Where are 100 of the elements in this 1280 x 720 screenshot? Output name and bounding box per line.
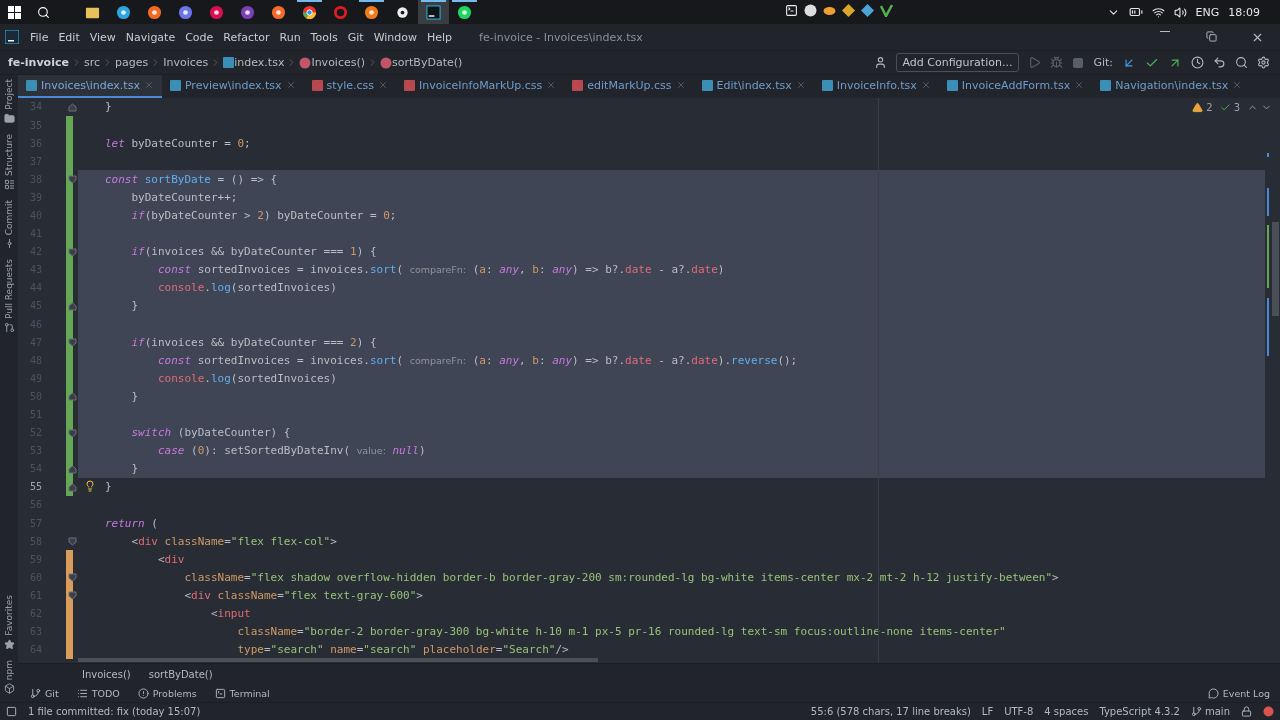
fold-icon[interactable] xyxy=(68,392,77,402)
volume-icon[interactable] xyxy=(1173,5,1187,19)
fold-icon[interactable] xyxy=(68,338,77,348)
close-icon[interactable] xyxy=(285,80,296,91)
warning-count[interactable]: 2 xyxy=(1206,101,1213,113)
close-icon[interactable] xyxy=(675,80,686,91)
breadcrumb-item[interactable]: Invoices() xyxy=(311,56,366,69)
fold-icon[interactable] xyxy=(68,573,77,583)
menu-item[interactable]: Window xyxy=(368,30,422,44)
file-icon xyxy=(169,79,181,91)
close-icon[interactable] xyxy=(1232,80,1243,91)
tool-window-button[interactable]: Git xyxy=(30,687,59,699)
status-message[interactable]: 1 file committed: fix (today 15:07) xyxy=(28,706,201,717)
tool-window-tab[interactable]: Commit xyxy=(3,199,15,250)
diamond-icon[interactable] xyxy=(842,4,855,17)
error-stripe-mark[interactable] xyxy=(1267,152,1269,157)
lock-icon[interactable] xyxy=(1241,706,1252,717)
breadcrumb-item[interactable]: src xyxy=(83,56,100,69)
change-marker[interactable] xyxy=(66,550,73,569)
stop-icon[interactable] xyxy=(1072,56,1085,69)
error-indicator-icon[interactable] xyxy=(1263,706,1274,717)
breadcrumb-item[interactable]: pages xyxy=(114,56,149,69)
code-breadcrumb-item[interactable]: Invoices() xyxy=(82,668,131,680)
breadcrumb-item[interactable]: index.tsx xyxy=(234,56,285,69)
menu-item[interactable]: Code xyxy=(180,30,219,44)
fold-icon[interactable] xyxy=(68,591,77,601)
event-log-button[interactable]: Event Log xyxy=(1207,687,1270,699)
breadcrumb-item[interactable]: Invoices xyxy=(163,56,209,69)
fold-icon[interactable] xyxy=(68,464,77,474)
user-icon[interactable] xyxy=(873,56,887,69)
history-icon[interactable] xyxy=(1191,56,1204,69)
check-count[interactable]: 3 xyxy=(1233,101,1240,113)
status-item[interactable]: 55:6 (578 chars, 17 line breaks) xyxy=(810,706,971,717)
status-item[interactable]: 4 spaces xyxy=(1044,706,1089,717)
editor-tab[interactable]: InvoiceAddForm.tsx xyxy=(938,75,1093,98)
menu-item[interactable]: View xyxy=(84,30,121,44)
menu-item[interactable]: Help xyxy=(422,30,458,44)
breadcrumb-item[interactable]: fe-invoice xyxy=(8,56,69,69)
git-branch[interactable]: main xyxy=(1205,706,1230,717)
fold-icon[interactable] xyxy=(68,175,77,185)
scrollbar-thumb[interactable] xyxy=(78,658,598,663)
fold-icon[interactable] xyxy=(68,428,77,438)
change-marker[interactable] xyxy=(66,640,73,659)
close-icon[interactable] xyxy=(378,80,388,91)
tool-window-button[interactable]: Terminal xyxy=(214,687,270,699)
menu-item[interactable]: Tools xyxy=(305,30,343,44)
fold-icon[interactable] xyxy=(68,247,77,257)
menu-item[interactable]: Navigate xyxy=(120,30,181,44)
diamond-icon[interactable] xyxy=(861,4,874,17)
menu-item[interactable]: File xyxy=(25,30,54,44)
close-icon[interactable] xyxy=(1074,80,1085,91)
editor-tab[interactable]: InvoiceInfo.tsx xyxy=(813,75,939,98)
tool-window-tab[interactable]: Project xyxy=(3,79,15,124)
editor-tab[interactable]: InvoiceInfoMarkUp.css xyxy=(396,75,565,98)
taskbar-app[interactable] xyxy=(418,0,449,24)
undo-icon[interactable] xyxy=(1213,56,1226,69)
code-line: className="flex shadow overflow-hidden border-b border-gray-200 sm:rounded-lg bg-white items-center mx-2 mt-2 h-12 justify-between"> xyxy=(183,570,1059,584)
scrollbar-thumb[interactable] xyxy=(1272,221,1279,316)
menu-item[interactable]: Refactor xyxy=(218,30,275,44)
status-item[interactable]: LF xyxy=(981,706,994,717)
editor-tab[interactable]: Invoices\index.tsx xyxy=(18,75,162,98)
error-stripe-mark[interactable] xyxy=(1267,187,1269,216)
settings-icon[interactable] xyxy=(1257,56,1270,69)
code-breadcrumb-item[interactable]: sortByDate() xyxy=(148,668,213,680)
breadcrumb-item[interactable]: sortByDate() xyxy=(392,56,463,69)
status-item[interactable]: UTF-8 xyxy=(1004,706,1034,717)
fold-icon[interactable] xyxy=(68,301,77,311)
clock[interactable]: 18:09 xyxy=(1228,5,1260,19)
editor-tab[interactable]: editMarkUp.css xyxy=(564,75,694,98)
close-icon[interactable] xyxy=(920,80,931,91)
run-icon[interactable] xyxy=(1028,56,1042,69)
close-icon[interactable] xyxy=(546,80,557,91)
battery-icon[interactable] xyxy=(1128,5,1143,19)
lightbulb-icon[interactable] xyxy=(84,479,96,492)
status-item[interactable]: TypeScript 4.3.2 xyxy=(1099,706,1180,717)
fold-icon[interactable] xyxy=(68,482,77,492)
check-icon[interactable] xyxy=(880,4,893,17)
search-icon[interactable] xyxy=(1235,56,1248,69)
menu-item[interactable]: Git xyxy=(342,30,369,44)
tool-window-tab[interactable]: Structure xyxy=(3,133,15,190)
tool-window-tab[interactable]: Favorites xyxy=(3,595,15,650)
menu-item[interactable]: Edit xyxy=(53,30,85,44)
editor-tab[interactable]: Navigation\index.tsx xyxy=(1092,75,1251,98)
code-line: <input xyxy=(209,607,251,621)
close-icon[interactable] xyxy=(795,80,806,91)
editor-tab[interactable]: Preview\index.tsx xyxy=(161,75,304,98)
wifi-icon[interactable] xyxy=(1151,5,1165,19)
editor-tab[interactable]: style.css xyxy=(303,75,396,98)
change-marker[interactable] xyxy=(66,115,73,135)
language-indicator[interactable]: ENG xyxy=(1195,5,1220,19)
menu-item[interactable]: Run xyxy=(274,30,306,44)
panel-toggle-icon[interactable] xyxy=(6,706,17,717)
debug-icon[interactable] xyxy=(1050,56,1064,69)
run-configuration-button[interactable]: Add Configuration... xyxy=(895,53,1020,72)
terminal-icon[interactable] xyxy=(785,4,798,17)
tool-window-tab[interactable]: Pull Requests xyxy=(3,259,15,334)
editor-tab[interactable]: Edit\index.tsx xyxy=(693,75,814,98)
tool-window-button[interactable]: Problems xyxy=(137,687,197,699)
tool-window-tab[interactable]: npm xyxy=(3,659,15,694)
tool-window-button[interactable]: TODO xyxy=(76,687,120,699)
